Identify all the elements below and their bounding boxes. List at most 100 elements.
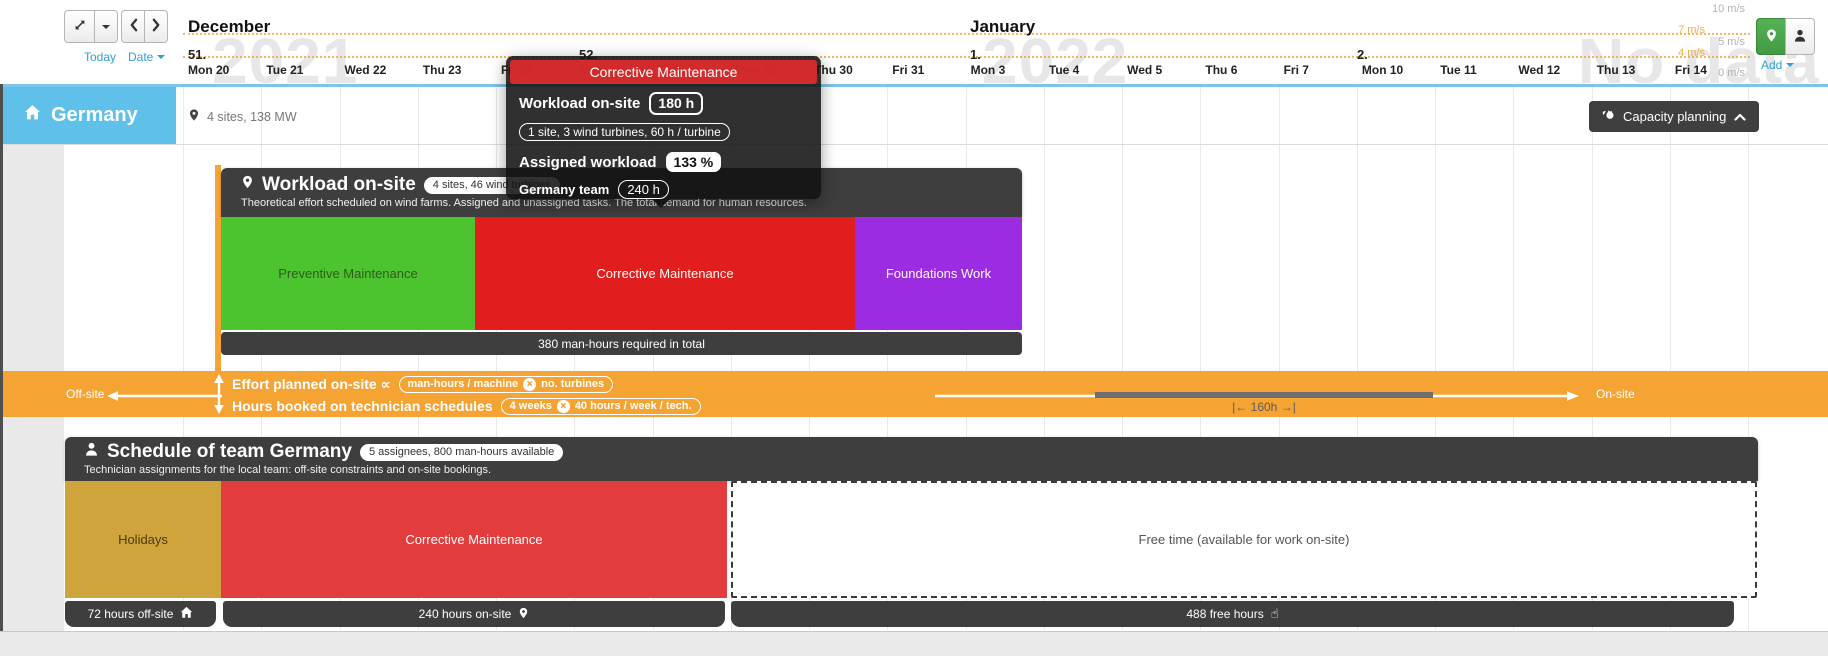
effort-formula-badge: man-hours / machine × no. turbines [399, 376, 614, 393]
day-label: Thu 13 [1597, 63, 1636, 77]
day-label: Fri 7 [1284, 63, 1309, 77]
schedule-panel-badge: 5 assignees, 800 man-hours available [360, 444, 563, 461]
schedule-footer: 488 free hours ☝ [731, 601, 1734, 627]
capacity-planning-label: Capacity planning [1623, 109, 1726, 124]
schedule-segment[interactable]: Corrective Maintenance [221, 481, 727, 598]
tooltip-team-label: Germany team [519, 182, 609, 197]
person-icon [1793, 28, 1807, 46]
formula-part: 4 weeks [510, 400, 552, 412]
wind-threshold-label: 4 m/s [1678, 47, 1705, 59]
caret-down-icon [1786, 63, 1794, 67]
formula-part: no. turbines [541, 378, 604, 390]
prev-button[interactable] [121, 10, 145, 43]
formula-part: 40 hours / week / tech. [575, 400, 692, 412]
bottom-gutter [0, 631, 1828, 656]
schedule-segment[interactable]: Free time (available for work on-site) [731, 481, 1757, 598]
tooltip-team-value: 240 h [618, 180, 669, 199]
day-label: Mon 20 [188, 63, 229, 77]
day-label: Tue 11 [1440, 63, 1476, 77]
schedule-footer-label: 72 hours off-site [88, 607, 174, 621]
hand-icon: ☝ [1271, 606, 1279, 622]
day-label: Fri 14 [1675, 63, 1707, 77]
wind-threshold-line-7ms [183, 33, 1750, 35]
day-label: Mon 3 [971, 63, 1006, 77]
capacity-flow-band: Off-site Effort planned on-site ∝ man-ho… [0, 371, 1828, 417]
segment-right-cap: →| [1281, 400, 1296, 414]
schedule-footer: 240 hours on-site [223, 601, 725, 627]
zoom-range-button[interactable] [64, 10, 95, 43]
flow-double-arrow [212, 373, 226, 415]
wind-axis-label: 0 m/s [1718, 67, 1745, 79]
day-label: Mon 10 [1362, 63, 1403, 77]
add-link[interactable]: Add [1761, 58, 1794, 72]
week-number-label: 1. [970, 47, 981, 62]
region-banner-germany[interactable]: Germany [3, 87, 176, 144]
wind-threshold-label: 7 m/s [1678, 24, 1705, 36]
date-link[interactable]: Date [128, 50, 165, 64]
day-label: Tue 21 [266, 63, 303, 77]
caret-down-icon [157, 55, 165, 59]
region-name: Germany [51, 104, 138, 127]
tooltip-team-row: Germany team 240 h [519, 180, 811, 199]
week-number-label: 51. [188, 47, 206, 62]
wind-axis-label: 5 m/s [1718, 36, 1745, 48]
flame-icon [1602, 108, 1615, 125]
person-icon [84, 441, 99, 463]
sites-layer-button[interactable] [1756, 18, 1786, 55]
home-icon [24, 104, 41, 127]
week-number-label: 2. [1357, 47, 1368, 62]
region-summary: 4 sites, 138 MW [188, 108, 297, 125]
task-tooltip: Corrective Maintenance Workload on-site … [506, 56, 821, 199]
chevron-up-icon [1734, 109, 1746, 124]
schedule-footer-label: 488 free hours [1186, 607, 1263, 621]
off-site-arrow [106, 390, 224, 402]
map-pin-icon [1765, 28, 1778, 46]
timeline-nav-group [121, 10, 168, 43]
workload-panel-footer: 380 man-hours required in total [221, 332, 1022, 355]
workload-segment[interactable]: Foundations Work [855, 217, 1022, 330]
hours-booked-formula-badge: 4 weeks × 40 hours / week / tech. [501, 398, 701, 415]
on-site-label: On-site [1596, 387, 1635, 401]
zoom-range-button-group [64, 10, 118, 43]
today-link[interactable]: Today [84, 50, 116, 64]
layer-toggle-group [1756, 18, 1815, 55]
schedule-footer-label: 240 hours on-site [419, 607, 512, 621]
multiply-icon: × [557, 400, 570, 413]
formula-part: man-hours / machine [408, 378, 519, 390]
effort-planned-label: Effort planned on-site ∝ [232, 376, 391, 393]
month-label: January [970, 17, 1035, 37]
map-pin-icon [188, 108, 200, 125]
tooltip-detail-row: 1 site, 3 wind turbines, 60 h / turbine [519, 123, 811, 141]
add-link-label: Add [1761, 58, 1782, 72]
booked-hours-segment-label: |← 160h →| [1095, 400, 1433, 414]
day-label: Wed 12 [1518, 63, 1560, 77]
tooltip-title: Corrective Maintenance [510, 60, 817, 84]
wind-axis-label: 10 m/s [1712, 3, 1745, 15]
chevron-left-icon [129, 18, 138, 35]
workload-segment[interactable]: Corrective Maintenance [475, 217, 855, 330]
month-label: December [188, 17, 270, 37]
region-row-divider [0, 144, 1828, 145]
multiply-icon: × [523, 378, 536, 391]
date-link-label: Date [128, 50, 153, 64]
home-icon [180, 606, 193, 622]
day-label: Wed 5 [1127, 63, 1162, 77]
left-edge [0, 84, 3, 631]
tooltip-assigned-label: Assigned workload [519, 154, 657, 171]
next-button[interactable] [144, 10, 168, 43]
hours-booked-label: Hours booked on technician schedules [232, 398, 493, 414]
header-divider [0, 84, 1828, 87]
zoom-range-caret-button[interactable] [94, 10, 118, 43]
schedule-panel-description: Technician assignments for the local tea… [84, 464, 1758, 476]
capacity-planning-button[interactable]: Capacity planning [1589, 101, 1759, 132]
workload-panel-title-label: Workload on-site [262, 174, 416, 196]
chevron-right-icon [152, 18, 161, 35]
capacity-planning-app: 20212022No data DecemberJanuary51.52.1.2… [0, 0, 1828, 656]
schedule-panel-header: Schedule of team Germany 5 assignees, 80… [65, 437, 1758, 481]
workload-segment[interactable]: Preventive Maintenance [221, 217, 475, 330]
workload-total-label: 380 man-hours required in total [538, 337, 705, 351]
teams-layer-button[interactable] [1785, 18, 1815, 55]
day-label: Thu 6 [1205, 63, 1237, 77]
schedule-segment[interactable]: Holidays [65, 481, 221, 598]
schedule-panel-title-label: Schedule of team Germany [107, 441, 352, 463]
